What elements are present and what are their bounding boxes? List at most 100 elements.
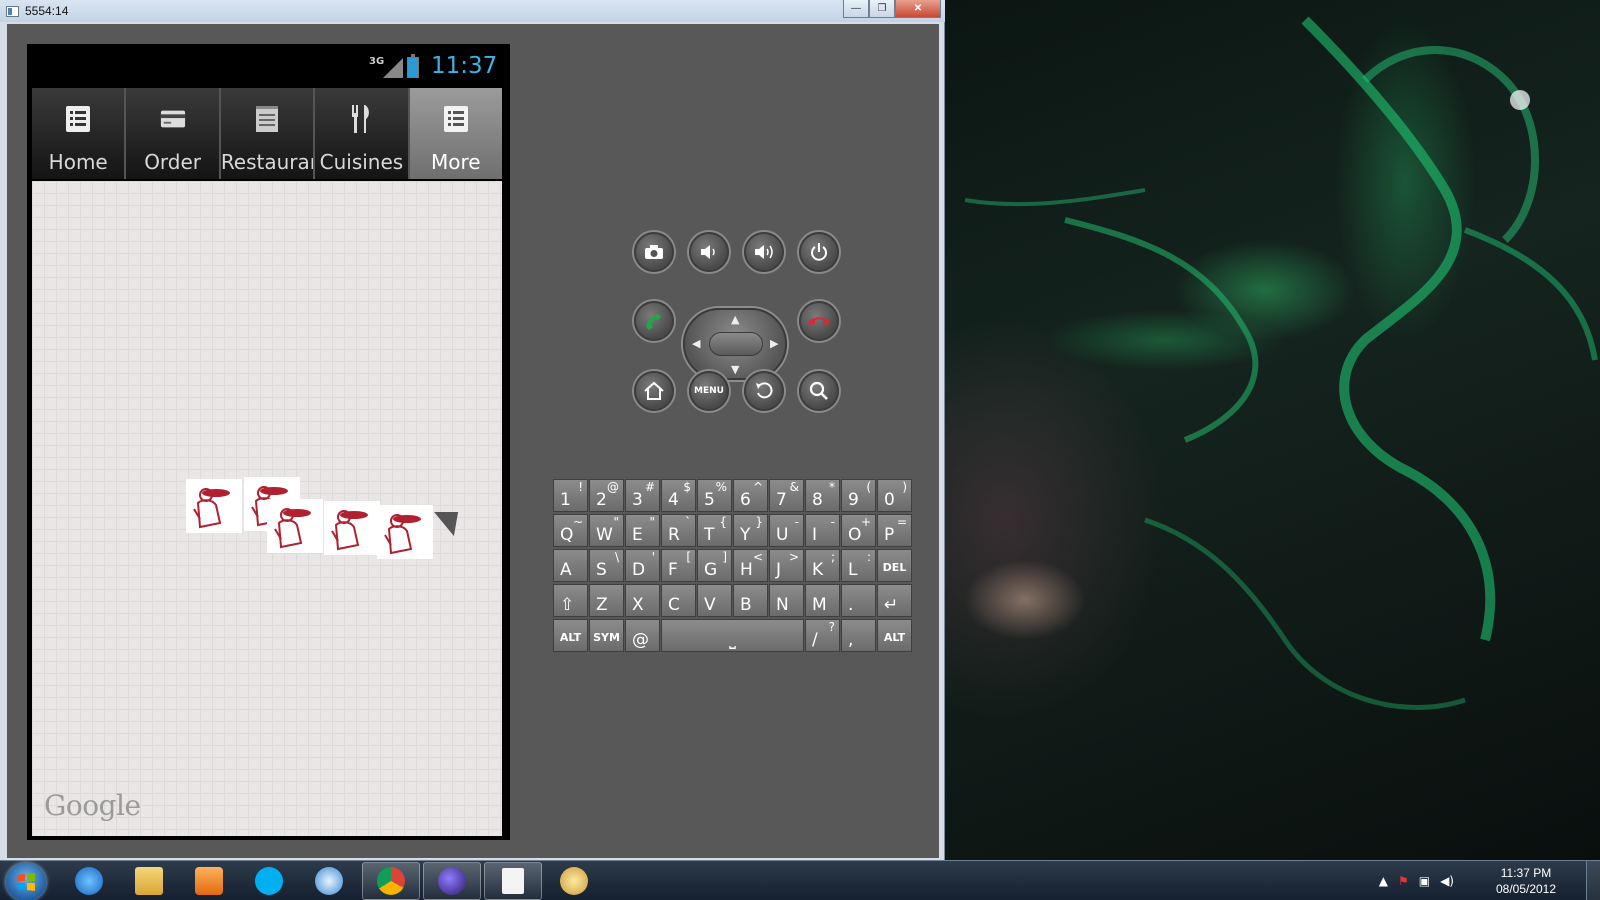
camera-button[interactable] <box>634 232 674 272</box>
key-alt[interactable]: ALT <box>877 619 912 652</box>
key-o[interactable]: O + <box>841 514 876 547</box>
tab-home[interactable]: Home <box>32 88 127 179</box>
key-k[interactable]: K; <box>805 549 840 582</box>
key-1[interactable]: 1! <box>553 479 588 512</box>
volume-down-button[interactable] <box>689 232 729 272</box>
key-0[interactable]: 0) <box>877 479 912 512</box>
key-label: V <box>704 595 716 615</box>
taskbar-eclipse[interactable] <box>423 862 481 900</box>
key-q[interactable]: Q ~ <box>553 514 588 547</box>
taskbar-explorer[interactable] <box>120 862 178 900</box>
key-a[interactable]: A <box>553 549 588 582</box>
volume-icon[interactable]: ◀) <box>1440 874 1454 888</box>
chef-marker[interactable] <box>267 499 323 553</box>
key-6[interactable]: 6 ^ <box>733 479 768 512</box>
taskbar-chrome[interactable] <box>362 862 420 900</box>
key-b[interactable]: B <box>733 584 768 617</box>
key-sym[interactable]: . <box>841 584 876 617</box>
chef-marker[interactable] <box>377 505 433 559</box>
dpad-center-button[interactable] <box>709 332 763 356</box>
key-symbol[interactable]: , <box>841 619 876 652</box>
key-t[interactable]: T{ <box>697 514 732 547</box>
home-button[interactable] <box>634 371 674 411</box>
volume-up-button[interactable] <box>744 232 784 272</box>
dpad-up-icon[interactable]: ▲ <box>731 313 739 326</box>
key-c[interactable]: C <box>661 584 696 617</box>
key-d[interactable]: D ' <box>625 549 660 582</box>
map-view[interactable]: Google <box>32 181 502 836</box>
dpad[interactable]: ▲ ▼ ◀ ▶ <box>683 308 787 380</box>
taskbar-paint[interactable] <box>545 862 603 900</box>
show-desktop-button[interactable] <box>1586 861 1600 900</box>
key-n[interactable]: N <box>769 584 804 617</box>
key-label: 5 <box>704 490 715 510</box>
key-4[interactable]: 4 $ <box>661 479 696 512</box>
dpad-left-icon[interactable]: ◀ <box>692 337 700 350</box>
end-call-button[interactable] <box>799 301 839 341</box>
key-space[interactable]: ⎵ <box>661 619 804 652</box>
tab-restaurants[interactable]: Restaurants <box>220 88 316 179</box>
chef-marker[interactable] <box>186 479 242 533</box>
key-i[interactable]: I- <box>805 514 840 547</box>
key-shift[interactable]: ⇧ <box>553 584 588 617</box>
power-button[interactable] <box>799 232 839 272</box>
dpad-down-icon[interactable]: ▼ <box>731 363 739 376</box>
key-symbol[interactable]: /? <box>805 619 840 652</box>
maximize-button[interactable]: ❐ <box>869 0 895 18</box>
show-hidden-icon[interactable]: ▲ <box>1379 874 1388 888</box>
key-v[interactable]: V <box>697 584 732 617</box>
key-label: L <box>848 560 858 580</box>
paint-icon <box>560 867 588 895</box>
key-enter[interactable]: ↵ <box>877 584 912 617</box>
tab-order[interactable]: Order <box>126 88 221 179</box>
search-button[interactable] <box>799 371 839 411</box>
key-7[interactable]: 7 & <box>769 479 804 512</box>
taskbar-media-player[interactable] <box>180 862 238 900</box>
key-2[interactable]: 2 @ <box>589 479 624 512</box>
key-r[interactable]: R ` <box>661 514 696 547</box>
taskbar-skype[interactable] <box>240 862 298 900</box>
key-alt[interactable]: ALT <box>553 619 588 652</box>
tab-more[interactable]: More <box>409 88 503 179</box>
chef-marker[interactable] <box>324 501 380 555</box>
key-5[interactable]: 5% <box>697 479 732 512</box>
minimize-button[interactable]: — <box>843 0 869 18</box>
taskbar-ie[interactable] <box>60 862 118 900</box>
key-p[interactable]: P = <box>877 514 912 547</box>
key-m[interactable]: M <box>805 584 840 617</box>
call-button[interactable] <box>634 301 674 341</box>
key-x[interactable]: X <box>625 584 660 617</box>
key-j[interactable]: J > <box>769 549 804 582</box>
key-f[interactable]: F[ <box>661 549 696 582</box>
start-button[interactable] <box>6 863 46 900</box>
key-symbol[interactable]: @ <box>625 619 660 652</box>
key-sym[interactable]: SYM <box>589 619 624 652</box>
action-center-icon[interactable]: ⚑ <box>1398 874 1409 888</box>
network-icon[interactable]: ▣ <box>1419 874 1430 888</box>
key-l[interactable]: L: <box>841 549 876 582</box>
key-s[interactable]: S \ <box>589 549 624 582</box>
key-w[interactable]: W " <box>589 514 624 547</box>
key-y[interactable]: Y} <box>733 514 768 547</box>
taskbar-clock[interactable]: 11:37 PM 08/05/2012 <box>1486 865 1566 897</box>
key-u[interactable]: U- <box>769 514 804 547</box>
tab-label: Cuisines <box>319 150 404 174</box>
eclipse-icon <box>438 867 466 895</box>
title-bar[interactable]: 5554:14 — ❐ ✕ <box>0 0 945 22</box>
key-9[interactable]: 9( <box>841 479 876 512</box>
back-button[interactable] <box>744 371 784 411</box>
tab-cuisines[interactable]: Cuisines <box>315 88 410 179</box>
taskbar-safari[interactable] <box>300 862 358 900</box>
key-z[interactable]: Z <box>589 584 624 617</box>
chrome-icon <box>377 867 405 895</box>
key-3[interactable]: 3 # <box>625 479 660 512</box>
key-h[interactable]: H < <box>733 549 768 582</box>
key-e[interactable]: E " <box>625 514 660 547</box>
menu-button[interactable]: MENU <box>689 371 729 411</box>
key-g[interactable]: G] <box>697 549 732 582</box>
taskbar-emulator[interactable] <box>484 862 542 900</box>
key-8[interactable]: 8 * <box>805 479 840 512</box>
key-delete[interactable]: DEL <box>877 549 912 582</box>
close-button[interactable]: ✕ <box>895 0 941 18</box>
dpad-right-icon[interactable]: ▶ <box>770 337 778 350</box>
